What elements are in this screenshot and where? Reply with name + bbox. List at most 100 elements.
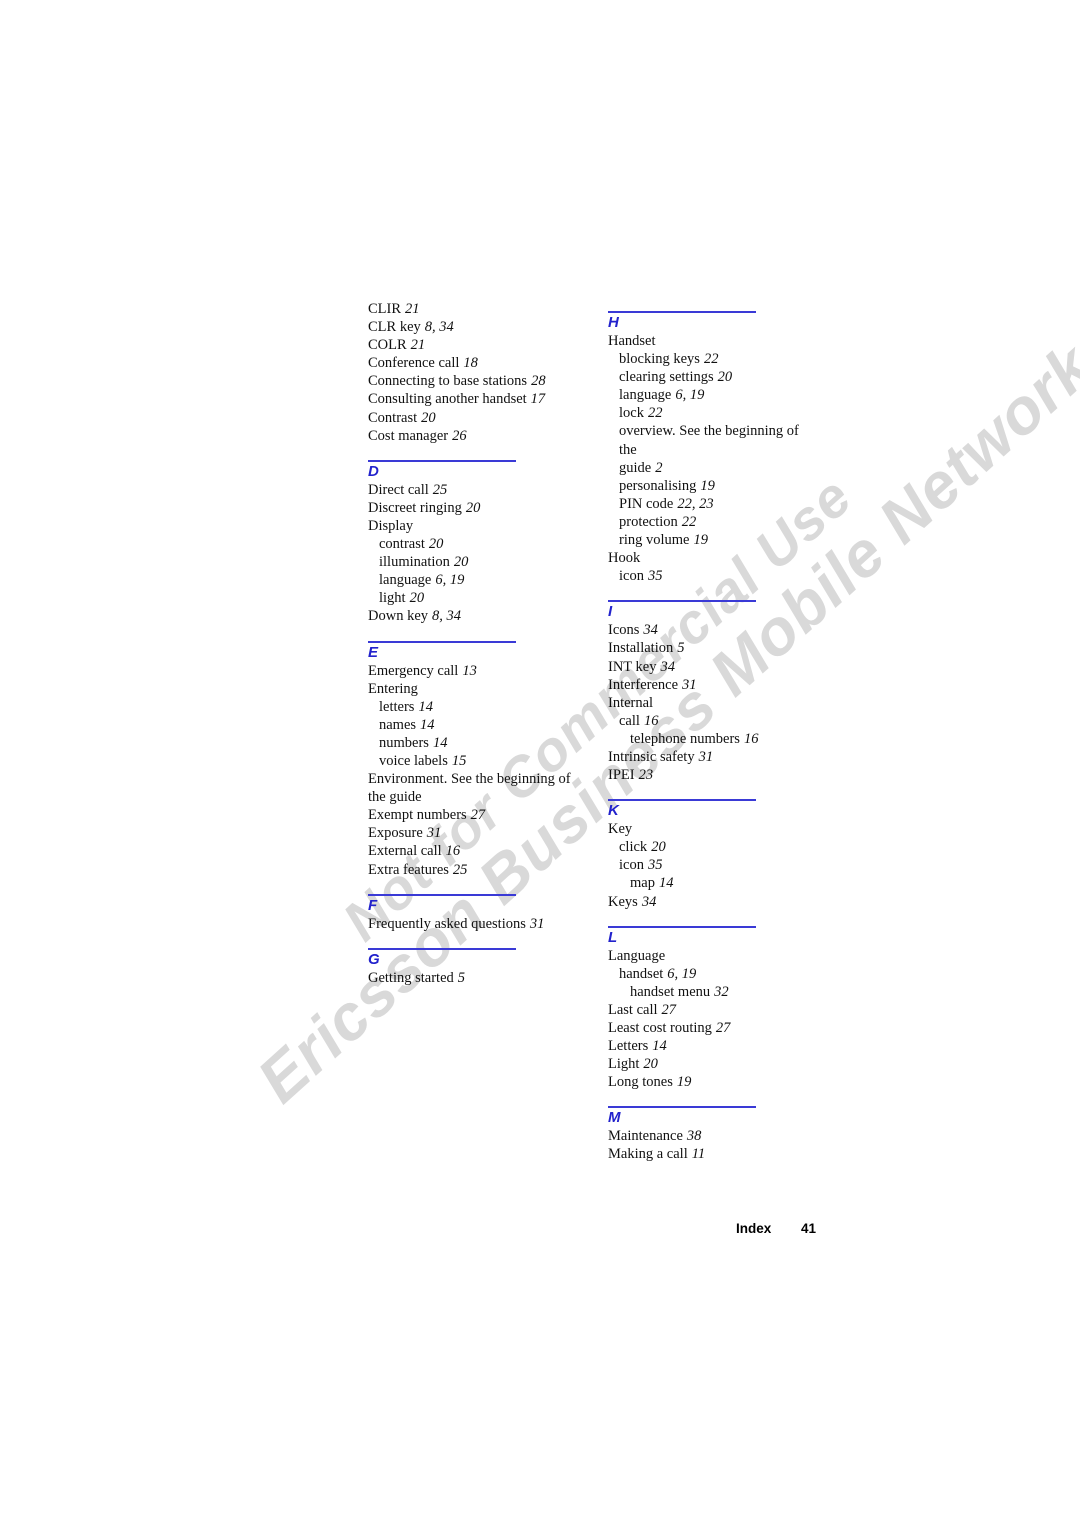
index-entry-text: personalising: [619, 477, 697, 494]
index-entry-text: Direct call: [368, 481, 429, 498]
index-entry-text: Icons: [608, 622, 640, 639]
index-entry: blocking keys 22: [608, 350, 820, 368]
index-entry-pages: 26: [452, 427, 467, 444]
index-entry-pages: 14: [432, 734, 448, 751]
index-entry-pages: 2: [655, 459, 663, 476]
index-entry-text: External call: [368, 843, 442, 860]
index-entry: contrast 20: [368, 535, 580, 553]
index-entry-text: Discreet ringing: [368, 499, 462, 516]
index-entry-pages: 23: [638, 767, 654, 784]
index-entry-text: Key: [608, 821, 633, 838]
index-entry: handset 6, 19: [608, 965, 820, 983]
index-entry-text: ring volume: [619, 532, 690, 549]
section-letter-heading: L: [608, 928, 618, 946]
index-entry: voice labels 15: [368, 752, 580, 770]
index-entry-text: overview. See the beginning of the: [619, 423, 799, 458]
index-entry: lock 22: [608, 404, 820, 422]
index-section: CLIR 21 CLR key 8, 34 COLR 21 Conference call 1…: [368, 300, 580, 445]
index-section-g: G Getting started 5: [368, 947, 580, 987]
index-entry-pages: 22, 23: [677, 495, 714, 512]
index-entry: Internal: [608, 694, 820, 712]
index-entry-text: Extra features: [368, 861, 449, 878]
section-letter-heading: I: [608, 603, 613, 621]
index-entry: Maintenance 38: [608, 1127, 820, 1145]
index-entry: Conference call 18: [368, 354, 580, 372]
index-entry: personalising 19: [608, 477, 820, 495]
index-entry: illumination 20: [368, 553, 580, 571]
index-entry-pages: 31: [529, 915, 545, 932]
index-entry: Contrast 20: [368, 409, 580, 427]
section-letter-heading: F: [368, 896, 378, 914]
section-rule: [608, 1106, 756, 1109]
section-rule: [608, 600, 756, 603]
index-entry-pages: 21: [410, 337, 426, 354]
section-letter-heading: D: [368, 462, 380, 480]
index-entry: icon 35: [608, 856, 820, 874]
index-entry-text: language: [619, 387, 672, 404]
index-entry-pages: 19: [693, 532, 708, 549]
index-entry-text: Consulting another handset: [368, 391, 527, 408]
index-entry: Language: [608, 947, 820, 965]
index-entry-pages: 13: [462, 662, 477, 679]
index-entry: Making a call 11: [608, 1145, 820, 1163]
index-entry-pages: 21: [405, 301, 420, 317]
index-entry-text: Maintenance: [608, 1128, 683, 1145]
index-entry-text: Intrinsic safety: [608, 748, 695, 765]
index-entry-text: handset menu: [630, 983, 711, 1000]
index-entry: Least cost routing 27: [608, 1019, 820, 1037]
index-section-h: H Handset blocking keys 22 clearing settings…: [608, 311, 820, 585]
index-entry-pages: 34: [660, 658, 675, 675]
index-section-d: D Direct call 25 Discreet ringing 20 Display c…: [368, 459, 580, 626]
section-letter-heading: H: [608, 314, 620, 331]
index-entry-text: lock: [619, 405, 644, 422]
index-entry: Down key 8, 34: [368, 607, 580, 625]
index-entry-text: Exposure: [368, 825, 423, 842]
index-entry-text: Handset: [608, 333, 656, 349]
index-entry-text: Conference call: [368, 355, 460, 372]
section-rule: [608, 311, 756, 313]
index-entry: Frequently asked questions 31: [368, 915, 580, 933]
section-letter-heading: K: [608, 802, 620, 820]
index-entry-pages: 20: [428, 536, 444, 553]
section-rule: [608, 925, 756, 928]
index-entry-pages: 34: [641, 893, 657, 910]
index-entry-pages: 14: [420, 716, 435, 733]
index-entry-pages: 19: [676, 1074, 692, 1091]
index-entry-text: Internal: [608, 694, 654, 711]
index-entry-text: voice labels: [379, 752, 448, 769]
index-entry-pages: 27: [661, 1001, 677, 1018]
index-entry-pages: 20: [643, 1056, 658, 1073]
index-entry-text: Environment. See the beginning of: [368, 771, 571, 788]
index-entry-text: INT key: [608, 658, 657, 675]
index-entry-text: Letters: [608, 1038, 649, 1055]
index-entry-text: Emergency call: [368, 662, 459, 679]
section-letter-heading: G: [368, 950, 380, 968]
section-rule: [608, 799, 756, 802]
index-entry: map 14: [608, 874, 820, 892]
index-entry: Hook: [608, 549, 820, 567]
index-entry-text: light: [379, 590, 406, 607]
index-entry: light 20: [368, 589, 580, 607]
index-entry-text: PIN code: [619, 495, 674, 512]
index-entry-pages: 16: [743, 730, 759, 747]
index-entry-pages: 38: [686, 1128, 702, 1145]
index-entry-pages: 17: [530, 391, 546, 408]
index-entry: overview. See the beginning of the: [608, 422, 820, 458]
index-entry-text: contrast: [379, 536, 425, 553]
index-entry: Letters 14: [608, 1037, 820, 1055]
index-entry: Getting started 5: [368, 969, 580, 987]
index-entry: Intrinsic safety 31: [608, 748, 820, 766]
index-entry-text: language: [379, 572, 432, 589]
index-entry-pages: 20: [421, 409, 436, 426]
index-entry-pages: 20: [651, 839, 666, 856]
index-entry-text: Interference: [608, 676, 679, 693]
index-entry-text: Connecting to base stations: [368, 373, 528, 390]
index-entry-pages: 27: [715, 1020, 731, 1036]
